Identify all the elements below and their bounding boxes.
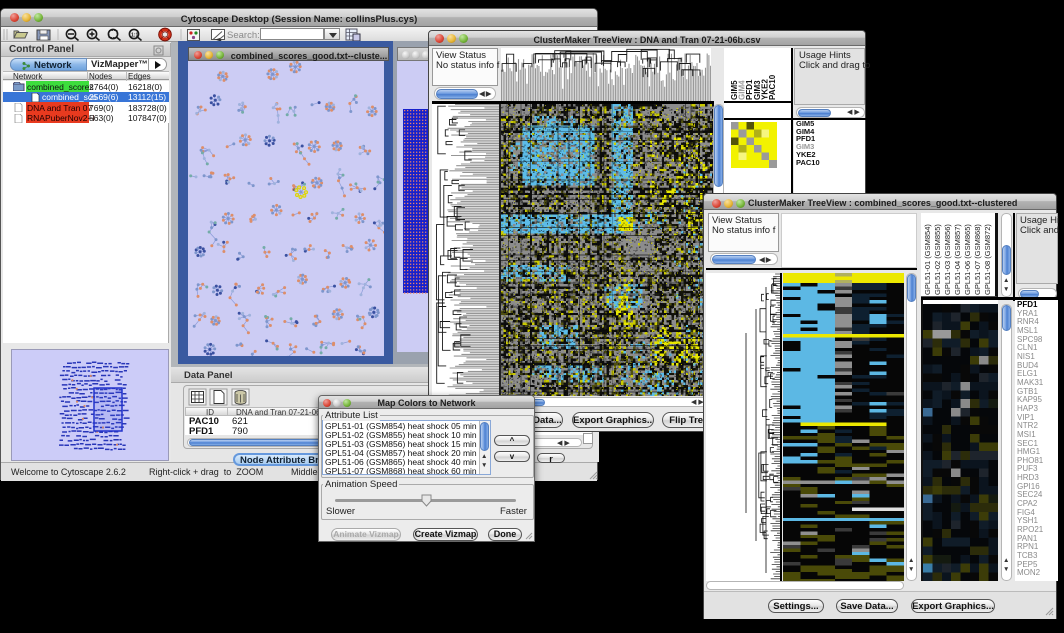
svg-text:GPL51-08 (GSM872): GPL51-08 (GSM872): [983, 224, 992, 295]
svg-text:GPL51-04 (GSM857): GPL51-04 (GSM857): [953, 224, 962, 295]
svg-text:GPL51-02 (GSM855): GPL51-02 (GSM855): [933, 224, 942, 295]
svg-text:GPL51-07 (GSM868): GPL51-07 (GSM868): [973, 224, 982, 295]
svg-text:PAC10: PAC10: [768, 74, 777, 100]
svg-text:1:1: 1:1: [131, 33, 138, 39]
svg-text:GPL51-06 (GSM865): GPL51-06 (GSM865): [963, 224, 972, 295]
svg-text:GPL51-01 (GSM854): GPL51-01 (GSM854): [923, 224, 932, 295]
svg-text:GPL51-03 (GSM856): GPL51-03 (GSM856): [943, 224, 952, 295]
